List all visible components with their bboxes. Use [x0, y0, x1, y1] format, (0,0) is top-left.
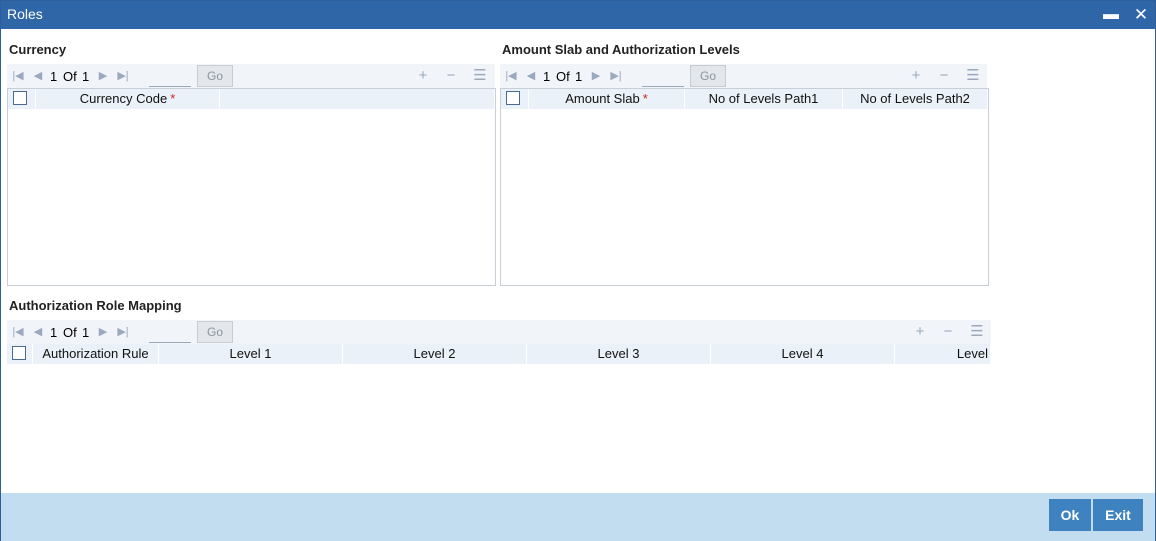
single-view-icon[interactable]: ☰ [965, 68, 981, 84]
exit-button[interactable]: Exit [1093, 499, 1143, 531]
previous-page-icon[interactable]: ◀ [31, 69, 45, 83]
page-current: 1 [50, 325, 58, 340]
column-header-level-5-truncated[interactable]: Level [895, 344, 991, 364]
currency-grid: Currency Code * [7, 88, 496, 286]
next-page-icon[interactable]: ▶ [96, 325, 110, 339]
page-of-label: Of [63, 69, 77, 84]
add-row-icon[interactable]: + [912, 324, 928, 340]
first-page-icon[interactable]: |◀ [11, 325, 25, 339]
select-all-cell [501, 89, 529, 109]
select-all-checkbox[interactable] [12, 346, 26, 360]
currency-grid-header: Currency Code * [8, 89, 495, 109]
amount-slab-section-title: Amount Slab and Authorization Levels [502, 42, 740, 57]
single-view-icon[interactable]: ☰ [969, 324, 985, 340]
page-number-input[interactable] [642, 67, 684, 87]
required-asterisk: * [170, 91, 176, 106]
close-icon[interactable]: ✕ [1131, 5, 1151, 25]
required-asterisk: * [642, 91, 648, 106]
page-current: 1 [543, 69, 551, 84]
select-all-cell [8, 89, 36, 109]
footer-bar: Ok Exit [1, 493, 1155, 541]
auth-role-grid: Authorization Rule Level 1 Level 2 Level… [7, 344, 991, 366]
currency-toolbar: |◀ ◀ 1 Of 1 ▶ ▶| Go + − ☰ [7, 64, 495, 88]
column-label: Amount Slab [565, 91, 640, 106]
ok-button[interactable]: Ok [1049, 499, 1091, 531]
first-page-icon[interactable]: |◀ [11, 69, 25, 83]
column-header-currency-code[interactable]: Currency Code * [36, 89, 220, 109]
column-header-authorization-rule[interactable]: Authorization Rule [33, 344, 159, 364]
go-button[interactable]: Go [197, 65, 233, 87]
column-header-level-3[interactable]: Level 3 [527, 344, 711, 364]
page-number-input[interactable] [149, 67, 191, 87]
delete-row-icon[interactable]: − [443, 68, 459, 84]
auth-role-grid-header: Authorization Rule Level 1 Level 2 Level… [7, 344, 991, 364]
column-label: Currency Code [79, 91, 168, 106]
add-row-icon[interactable]: + [415, 68, 431, 84]
minimize-icon[interactable]: ▬ [1101, 5, 1121, 25]
delete-row-icon[interactable]: − [940, 324, 956, 340]
page-total: 1 [82, 69, 90, 84]
column-header-levels-path1[interactable]: No of Levels Path1 [685, 89, 843, 109]
go-button[interactable]: Go [690, 65, 726, 87]
go-button[interactable]: Go [197, 321, 233, 343]
amount-slab-toolbar: |◀ ◀ 1 Of 1 ▶ ▶| Go + − ☰ [500, 64, 987, 88]
previous-page-icon[interactable]: ◀ [31, 325, 45, 339]
add-row-icon[interactable]: + [908, 68, 924, 84]
column-header-levels-path2[interactable]: No of Levels Path2 [843, 89, 988, 109]
column-header-level-2[interactable]: Level 2 [343, 344, 527, 364]
next-page-icon[interactable]: ▶ [96, 69, 110, 83]
title-bar[interactable]: Roles ▬ ✕ [1, 1, 1155, 29]
page-total: 1 [575, 69, 583, 84]
currency-section-title: Currency [9, 42, 67, 57]
page-number-input[interactable] [149, 323, 191, 343]
auth-role-section-title: Authorization Role Mapping [9, 298, 182, 313]
select-all-cell [7, 344, 33, 364]
select-all-checkbox[interactable] [506, 91, 520, 105]
page-current: 1 [50, 69, 58, 84]
first-page-icon[interactable]: |◀ [504, 69, 518, 83]
window-title: Roles [7, 6, 43, 22]
column-header-level-1[interactable]: Level 1 [159, 344, 343, 364]
page-of-label: Of [556, 69, 570, 84]
next-page-icon[interactable]: ▶ [589, 69, 603, 83]
last-page-icon[interactable]: ▶| [609, 69, 623, 83]
amount-slab-grid-header: Amount Slab * No of Levels Path1 No of Le… [501, 89, 988, 109]
column-header-amount-slab[interactable]: Amount Slab * [529, 89, 685, 109]
column-header-level-4[interactable]: Level 4 [711, 344, 895, 364]
column-header-empty [220, 89, 495, 109]
last-page-icon[interactable]: ▶| [116, 325, 130, 339]
select-all-checkbox[interactable] [13, 91, 27, 105]
auth-role-toolbar: |◀ ◀ 1 Of 1 ▶ ▶| Go + − ☰ [7, 320, 991, 344]
amount-slab-grid: Amount Slab * No of Levels Path1 No of Le… [500, 88, 989, 286]
single-view-icon[interactable]: ☰ [472, 68, 488, 84]
roles-window: Roles ▬ ✕ Currency |◀ ◀ 1 Of 1 ▶ ▶| Go +… [0, 0, 1156, 541]
page-of-label: Of [63, 325, 77, 340]
delete-row-icon[interactable]: − [936, 68, 952, 84]
previous-page-icon[interactable]: ◀ [524, 69, 538, 83]
last-page-icon[interactable]: ▶| [116, 69, 130, 83]
page-total: 1 [82, 325, 90, 340]
